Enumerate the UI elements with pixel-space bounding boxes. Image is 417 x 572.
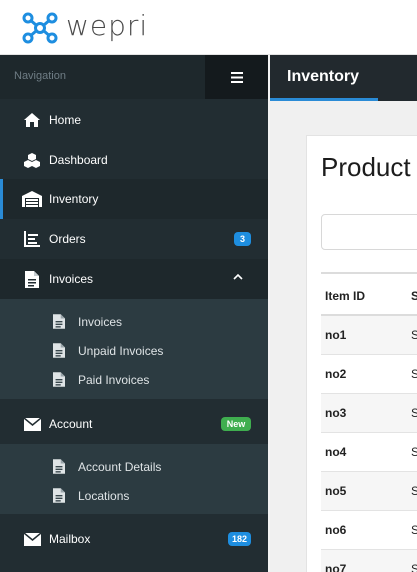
cell-col2: S <box>411 406 417 420</box>
table-row[interactable]: no7 S <box>321 550 417 572</box>
hamburger-icon <box>230 71 243 83</box>
document-icon <box>51 314 67 330</box>
search-input[interactable] <box>321 214 417 250</box>
sidebar-item-dashboard[interactable]: Dashboard <box>0 140 268 180</box>
sidebar-item-inventory[interactable]: Inventory <box>0 179 268 219</box>
card-title: Product <box>321 152 411 182</box>
sub-item-invoices[interactable]: Invoices <box>0 307 268 336</box>
table-row[interactable]: no1 S <box>321 316 417 355</box>
account-new-badge: New <box>221 417 251 431</box>
brand-name: wepri <box>66 9 149 42</box>
main-content: Product Item ID S no1 S no2 S no3 S no4 … <box>270 101 417 572</box>
nav-title: Navigation <box>14 70 66 82</box>
brand-logo-icon[interactable] <box>22 12 58 44</box>
mailbox-count-badge: 182 <box>227 532 251 546</box>
document-icon <box>51 343 67 359</box>
sub-item-paid-invoices[interactable]: Paid Invoices <box>0 365 268 394</box>
nav-header: Navigation <box>0 55 268 99</box>
menu-toggle-button[interactable] <box>205 55 268 99</box>
sub-item-account-details[interactable]: Account Details <box>0 452 268 481</box>
sub-item-locations[interactable]: Locations <box>0 481 268 510</box>
cell-item-id: no3 <box>325 406 347 420</box>
cell-col2: S <box>411 328 417 342</box>
cell-col2: S <box>411 367 417 381</box>
sidebar-item-invoices[interactable]: Invoices <box>0 259 268 299</box>
table-header-row: Item ID S <box>321 272 417 316</box>
sub-item-label: Paid Invoices <box>78 372 150 387</box>
product-card: Product Item ID S no1 S no2 S no3 S no4 … <box>306 135 417 572</box>
account-submenu: Account Details Locations <box>0 444 268 514</box>
cell-item-id: no6 <box>325 523 347 537</box>
envelope-icon <box>22 529 42 549</box>
sidebar-item-label: Inventory <box>49 192 99 206</box>
cell-col2: S <box>411 562 417 572</box>
sub-item-label: Account Details <box>78 459 162 474</box>
invoices-submenu: Invoices Unpaid Invoices Paid Invoices <box>0 299 268 399</box>
cell-col2: S <box>411 523 417 537</box>
envelope-icon <box>22 414 42 434</box>
home-icon <box>22 110 42 130</box>
orders-count-badge: 3 <box>234 232 251 246</box>
table-row[interactable]: no3 S <box>321 394 417 433</box>
table-row[interactable]: no2 S <box>321 355 417 394</box>
sidebar-item-label: Mailbox <box>49 532 91 546</box>
sidebar-item-orders[interactable]: Orders 3 <box>0 219 268 259</box>
sidebar-item-mailbox[interactable]: Mailbox 182 <box>0 519 268 559</box>
sub-item-unpaid-invoices[interactable]: Unpaid Invoices <box>0 336 268 365</box>
document-icon <box>51 459 67 475</box>
orders-icon <box>22 229 42 249</box>
sidebar-item-label: Home <box>49 113 82 127</box>
document-icon <box>51 372 67 388</box>
sidebar-item-label: Orders <box>49 232 86 246</box>
sidebar-item-account[interactable]: Account New <box>0 404 268 444</box>
document-icon <box>51 488 67 504</box>
top-header: wepri <box>0 0 417 55</box>
content-header: Inventory <box>270 55 417 101</box>
cell-item-id: no5 <box>325 484 347 498</box>
column-header-2[interactable]: S <box>411 289 417 303</box>
cell-item-id: no2 <box>325 367 347 381</box>
sub-item-label: Locations <box>78 488 130 503</box>
sub-item-label: Invoices <box>78 314 123 329</box>
column-header-item-id[interactable]: Item ID <box>325 289 365 303</box>
cell-col2: S <box>411 484 417 498</box>
table-row[interactable]: no5 S <box>321 472 417 511</box>
cell-col2: S <box>411 445 417 459</box>
sub-item-label: Unpaid Invoices <box>78 343 164 358</box>
sidebar-item-label: Account <box>49 417 93 431</box>
cell-item-id: no4 <box>325 445 347 459</box>
dashboard-icon <box>22 150 42 170</box>
sidebar-item-label: Dashboard <box>49 153 108 167</box>
sidebar: Navigation Home Dashboard Inventory Orde… <box>0 55 268 572</box>
warehouse-icon <box>22 189 42 209</box>
cell-item-id: no7 <box>325 562 347 572</box>
document-icon <box>22 269 42 289</box>
sidebar-item-home[interactable]: Home <box>0 100 268 140</box>
table-row[interactable]: no6 S <box>321 511 417 550</box>
page-title: Inventory <box>287 68 360 85</box>
chevron-up-icon <box>233 273 243 280</box>
table-row[interactable]: no4 S <box>321 433 417 472</box>
sidebar-item-label: Invoices <box>49 272 94 286</box>
cell-item-id: no1 <box>325 328 347 342</box>
